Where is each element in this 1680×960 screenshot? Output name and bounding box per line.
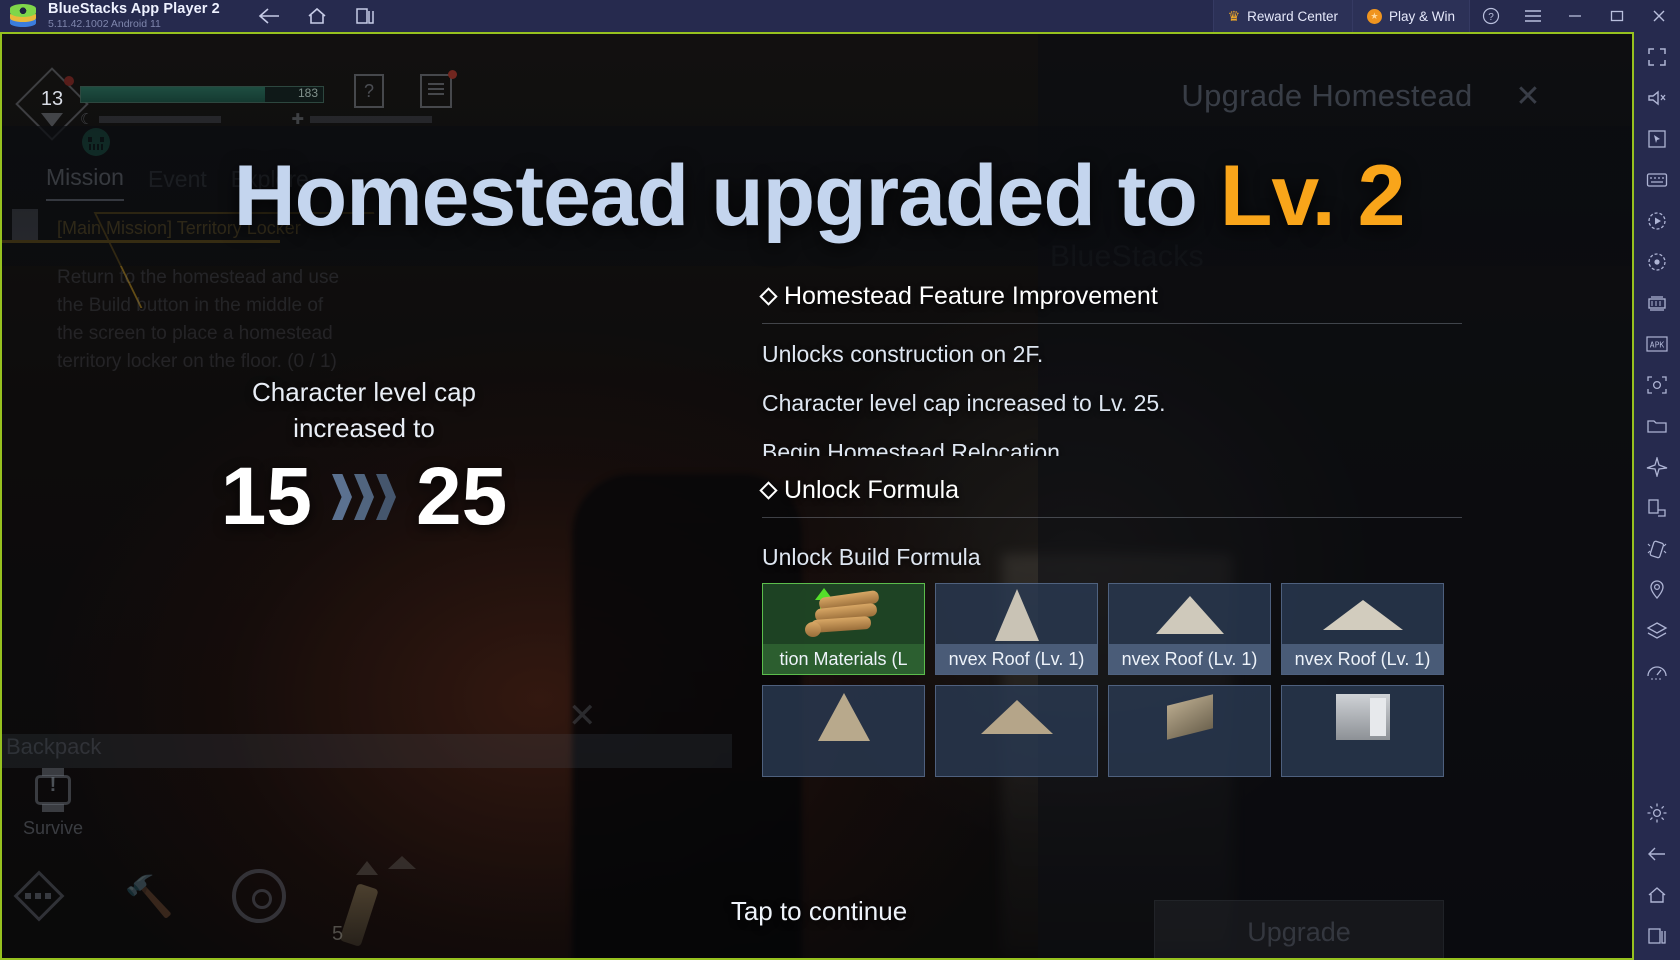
level-cap-line1: Character level cap (252, 377, 476, 407)
rotate-screen-icon[interactable] (1640, 491, 1674, 525)
unlock-build-formula-label: Unlock Build Formula (762, 544, 981, 570)
roof-icon (1166, 694, 1213, 740)
media-folder-icon[interactable] (1640, 409, 1674, 443)
operation-recorder-icon[interactable] (1640, 245, 1674, 279)
gold-coin-icon: ★ (1366, 8, 1382, 24)
game-viewport[interactable]: ⤺ ❮ Lv. 3 ❯ locks construction on 3F. Ch… (0, 32, 1634, 960)
card-art (1109, 584, 1270, 646)
cursor-pointer-icon[interactable] (1640, 122, 1674, 156)
roof-card-6[interactable] (1108, 685, 1271, 777)
sidebar-recents-icon[interactable] (1640, 919, 1674, 953)
card-art (1109, 686, 1270, 748)
play-and-win-label: Play & Win (1388, 8, 1455, 24)
mute-volume-icon[interactable] (1640, 81, 1674, 115)
titlebar: BlueStacks App Player 2 5.11.42.1002 And… (0, 0, 1680, 32)
settings-gear-icon[interactable] (1640, 796, 1674, 830)
minimize-button[interactable] (1554, 0, 1596, 32)
card-label: nvex Roof (Lv. 1) (1282, 644, 1443, 674)
section-heading-unlock-formula: Unlock Formula (759, 476, 1462, 505)
logs-icon (804, 589, 883, 638)
kitchen-card[interactable] (1281, 685, 1444, 777)
diamond-bullet-icon-2 (759, 481, 778, 500)
svg-text:?: ? (1488, 12, 1494, 23)
roof-card-5[interactable] (935, 685, 1098, 777)
level-cap-from: 15 (220, 451, 312, 542)
level-cap-line2: increased to (293, 413, 435, 443)
roof-card-4[interactable] (762, 685, 925, 777)
hamburger-menu-icon[interactable] (1512, 0, 1554, 32)
app-title-block: BlueStacks App Player 2 5.11.42.1002 And… (48, 0, 220, 31)
feature-line-2: Character level cap increased to Lv. 25. (762, 390, 1166, 416)
roof-icon (994, 589, 1039, 641)
screenshot-icon[interactable] (1640, 368, 1674, 402)
shake-device-icon[interactable] (1640, 532, 1674, 566)
crown-icon: ♛ (1227, 7, 1241, 24)
app-version: 5.11.42.1002 Android 11 (48, 18, 161, 31)
sidebar-back-icon[interactable] (1640, 837, 1674, 871)
card-art (763, 686, 924, 748)
convex-roof-card-3[interactable]: nvex Roof (Lv. 1) (1281, 583, 1444, 675)
recents-button[interactable] (354, 5, 376, 27)
reward-center-button[interactable]: ♛ Reward Center (1212, 0, 1352, 32)
roof-icon (980, 700, 1053, 734)
card-art (1282, 584, 1443, 646)
performance-meter-icon[interactable] (1640, 655, 1674, 689)
player-level-value: 13 (40, 87, 64, 110)
level-cap-to: 25 (416, 451, 508, 542)
popup-headline-level: Lv. 2 (1219, 148, 1406, 244)
section-heading-unlock-formula-label: Unlock Formula (784, 476, 960, 504)
level-cap-block: Character level cap increased to 15 25 (178, 374, 550, 542)
svg-text:APK: APK (1650, 341, 1665, 350)
bluestacks-logo-icon (10, 3, 36, 29)
tap-to-continue[interactable]: Tap to continue (2, 896, 1632, 927)
card-label: nvex Roof (Lv. 1) (936, 644, 1097, 674)
android-nav-buttons (258, 5, 376, 27)
level-cap-numbers: 15 25 (178, 452, 550, 542)
titlebar-right-group: ♛ Reward Center ★ Play & Win ? (1212, 0, 1680, 32)
app-name: BlueStacks App Player 2 (48, 0, 220, 17)
macro-recorder-icon[interactable] (1640, 204, 1674, 238)
bluestacks-tool-sidebar: APK (1634, 32, 1680, 960)
diamond-bullet-icon (759, 287, 778, 306)
play-and-win-button[interactable]: ★ Play & Win (1351, 0, 1470, 32)
unlock-formula-card-grid: tion Materials (L nvex Roof (Lv. 1) nvex… (762, 583, 1462, 777)
card-art (1282, 686, 1443, 748)
roof-icon (817, 693, 870, 741)
sidebar-home-icon[interactable] (1640, 878, 1674, 912)
card-label: tion Materials (L (763, 644, 924, 674)
card-art (763, 584, 924, 646)
construction-materials-card[interactable]: tion Materials (L (762, 583, 925, 675)
popup-headline: Homestead upgraded to Lv. 2 (2, 146, 1632, 246)
reward-center-label: Reward Center (1247, 8, 1338, 24)
card-label: nvex Roof (Lv. 1) (1109, 644, 1270, 674)
help-icon[interactable]: ? (1470, 0, 1512, 32)
close-button[interactable] (1638, 0, 1680, 32)
popup-detail-column: Homestead Feature Improvement Unlocks co… (759, 282, 1462, 777)
roof-icon (1155, 596, 1224, 634)
kitchen-icon (1335, 694, 1390, 740)
section-heading-feature-improvement-label: Homestead Feature Improvement (784, 282, 1158, 310)
layers-eco-mode-icon[interactable] (1640, 614, 1674, 648)
fullscreen-icon[interactable] (1640, 40, 1674, 74)
install-apk-icon[interactable]: APK (1640, 327, 1674, 361)
card-art (936, 686, 1097, 748)
back-button[interactable] (258, 5, 280, 27)
popup-headline-main: Homestead upgraded to (233, 148, 1220, 244)
level-up-chevrons-icon (332, 474, 396, 520)
airplane-icon[interactable] (1640, 450, 1674, 484)
feature-line-1: Unlocks construction on 2F. (762, 341, 1044, 367)
section-divider-1 (762, 323, 1462, 324)
home-button[interactable] (306, 5, 328, 27)
keyboard-controls-icon[interactable] (1640, 163, 1674, 197)
card-art (936, 584, 1097, 646)
section-heading-feature-improvement: Homestead Feature Improvement (759, 282, 1462, 311)
feature-line-3: Begin Homestead Relocation (762, 439, 1060, 456)
location-pin-icon[interactable] (1640, 573, 1674, 607)
multi-instance-icon[interactable] (1640, 286, 1674, 320)
maximize-button[interactable] (1596, 0, 1638, 32)
roof-icon (1322, 600, 1403, 630)
convex-roof-card-1[interactable]: nvex Roof (Lv. 1) (935, 583, 1098, 675)
convex-roof-card-2[interactable]: nvex Roof (Lv. 1) (1108, 583, 1271, 675)
section-divider-2 (762, 517, 1462, 518)
